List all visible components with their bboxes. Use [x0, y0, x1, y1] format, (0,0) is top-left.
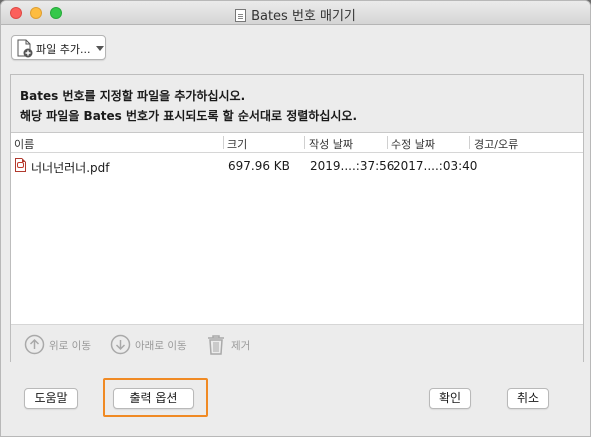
instructions-box: Bates 번호를 지정할 파일을 추가하십시오. 해당 파일을 Bates 번… — [11, 75, 583, 133]
table-row[interactable]: 너너넌러너.pdf 697.96 KB 2019....:37:56 2017.… — [11, 155, 583, 175]
list-actions-bar: 위로 이동 아래로 이동 제거 — [11, 324, 583, 362]
move-up-label: 위로 이동 — [49, 340, 91, 352]
ok-button[interactable]: 확인 — [429, 388, 471, 409]
window-title-area: Bates 번호 매기기 — [1, 5, 590, 24]
column-divider[interactable] — [304, 136, 305, 149]
pdf-file-icon — [15, 158, 26, 172]
add-files-button[interactable]: 파일 추가... — [11, 35, 106, 60]
chevron-down-icon[interactable] — [96, 46, 104, 51]
move-down-icon — [110, 334, 131, 355]
add-file-icon — [17, 39, 33, 58]
instruction-line-2: 해당 파일을 Bates 번호가 표시되도록 할 순서대로 정렬하십시오. — [20, 109, 358, 123]
column-header-created[interactable]: 작성 날짜 — [309, 136, 353, 152]
column-header-modified[interactable]: 수정 날짜 — [391, 136, 435, 152]
remove-button[interactable]: 제거 — [206, 334, 256, 356]
move-up-icon — [24, 334, 45, 355]
remove-label: 제거 — [231, 340, 251, 352]
help-button[interactable]: 도움말 — [24, 388, 78, 409]
add-files-label: 파일 추가... — [36, 43, 91, 56]
column-divider[interactable] — [469, 136, 470, 149]
column-divider[interactable] — [387, 136, 388, 149]
title-bar: Bates 번호 매기기 — [1, 1, 590, 25]
table-header: 이름 크기 작성 날짜 수정 날짜 경고/오류 — [11, 133, 583, 153]
trash-icon — [208, 335, 224, 355]
file-name: 너너넌러너.pdf — [31, 161, 110, 175]
file-size: 697.96 KB — [228, 159, 290, 173]
window-title: Bates 번호 매기기 — [251, 9, 356, 24]
column-header-name[interactable]: 이름 — [14, 136, 34, 152]
file-list-panel: Bates 번호를 지정할 파일을 추가하십시오. 해당 파일을 Bates 번… — [10, 74, 584, 362]
move-down-label: 아래로 이동 — [135, 340, 187, 352]
instruction-line-1: Bates 번호를 지정할 파일을 추가하십시오. — [20, 89, 246, 103]
output-options-highlight — [103, 378, 208, 417]
document-icon — [235, 9, 247, 22]
file-created-date: 2019....:37:56 — [310, 159, 395, 173]
move-up-button[interactable]: 위로 이동 — [24, 334, 96, 356]
column-header-size[interactable]: 크기 — [227, 136, 247, 152]
file-modified-date: 2017....:03:40 — [393, 159, 478, 173]
cancel-button[interactable]: 취소 — [507, 388, 549, 409]
column-header-warnings[interactable]: 경고/오류 — [474, 136, 518, 152]
move-down-button[interactable]: 아래로 이동 — [110, 334, 192, 356]
column-divider[interactable] — [223, 136, 224, 149]
bates-numbering-dialog: Bates 번호 매기기 파일 추가... Bates 번호를 지정할 파일을 … — [0, 0, 591, 437]
